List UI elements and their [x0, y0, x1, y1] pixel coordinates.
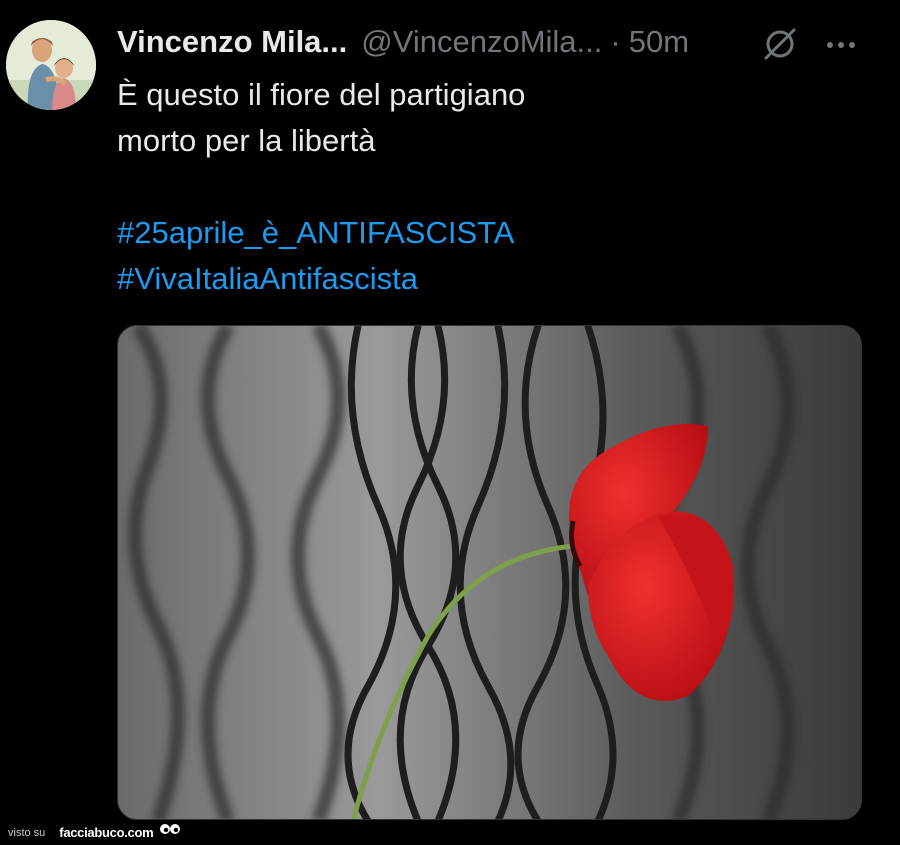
visto-su-label: visto su: [8, 826, 46, 839]
timestamp[interactable]: 50m: [629, 24, 689, 60]
site-logo-text: facciabuco.com: [59, 825, 154, 840]
tweet-text-line: morto per la libertà: [117, 123, 376, 158]
eyes-icon: [159, 823, 181, 842]
watermark-footer: visto su facciabuco.com: [0, 820, 900, 845]
separator-dot: ·: [610, 24, 621, 59]
avatar[interactable]: [6, 20, 96, 110]
more-options-icon[interactable]: [818, 24, 864, 64]
grok-icon[interactable]: [760, 24, 800, 64]
tweet-text-line: È questo il fiore del partigiano: [117, 77, 526, 112]
tweet-image[interactable]: [117, 325, 862, 820]
tweet: Vincenzo Mila... @VincenzoMila... · 50m …: [0, 0, 900, 820]
avatar-illustration: [6, 20, 96, 110]
hashtag-link[interactable]: #VivaItaliaAntifascista: [117, 261, 418, 296]
tweet-header: Vincenzo Mila... @VincenzoMila... · 50m: [117, 22, 689, 62]
author-name[interactable]: Vincenzo Mila...: [117, 24, 347, 60]
author-handle[interactable]: @VincenzoMila...: [361, 24, 602, 60]
hashtag-link[interactable]: #25aprile_è_ANTIFASCISTA: [117, 215, 514, 250]
poppy-fence-image: [118, 326, 861, 819]
tweet-text: È questo il fiore del partigiano morto p…: [117, 72, 857, 302]
